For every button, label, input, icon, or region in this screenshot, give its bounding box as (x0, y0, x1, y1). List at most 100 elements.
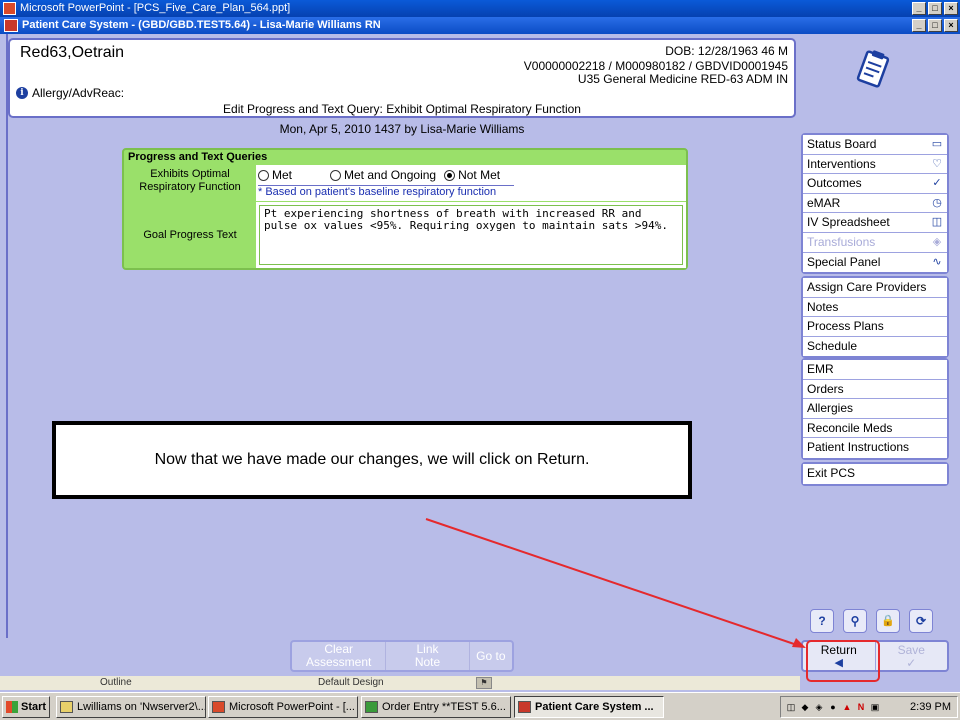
shield-icon[interactable]: ◈ (813, 701, 825, 713)
interventions-icon: ♡ (932, 157, 942, 170)
clock: 2:39 PM (910, 701, 951, 713)
tray-app-icon[interactable]: ● (827, 701, 839, 713)
start-label: Start (21, 701, 47, 713)
powerpoint-icon (3, 2, 16, 15)
radio-not-met[interactable]: Not Met (444, 168, 500, 182)
pcs-minimize-button[interactable]: _ (912, 19, 926, 32)
radio-met-circle[interactable] (258, 169, 269, 181)
radio-met-and-ongoing-label: Met and Ongoing (344, 168, 437, 182)
pcs-maximize-button[interactable]: □ (928, 19, 942, 32)
nav-special-panel-label: Special Panel (807, 254, 881, 269)
task-label: Order Entry **TEST 5.6... (382, 701, 506, 713)
nav-assign-care-providers[interactable]: Assign Care Providers (803, 278, 947, 298)
nav-exit-pcs[interactable]: Exit PCS (803, 464, 947, 484)
nav-group-records: EMR Orders Allergies Reconcile Meds Pati… (801, 358, 949, 460)
radio-not-met-circle[interactable] (444, 169, 456, 181)
start-button[interactable]: Start (2, 696, 50, 718)
link-note-button[interactable]: Link Note (386, 642, 470, 670)
panel-header: Progress and Text Queries (128, 151, 268, 163)
nav-interventions-label: Interventions (807, 156, 876, 171)
waveform-icon: ∿ (932, 255, 942, 268)
nav-process-plans[interactable]: Process Plans (803, 317, 947, 337)
allergy-label: Allergy/AdvReac: (32, 86, 125, 100)
radio-not-met-label: Not Met (458, 168, 501, 182)
nav-reconcile-meds[interactable]: Reconcile Meds (803, 418, 947, 439)
flag-icon: ⚑ (476, 677, 492, 689)
edit-title: Edit Progress and Text Query: Exhibit Op… (223, 102, 581, 116)
go-to-button[interactable]: Go to (470, 642, 512, 670)
nav-iv-spreadsheet-label: IV Spreadsheet (807, 215, 890, 230)
warning-icon[interactable]: ▲ (841, 701, 853, 713)
nav-interventions[interactable]: Interventions ♡ (803, 154, 947, 175)
nav-special-panel[interactable]: Special Panel ∿ (803, 252, 947, 273)
goal-progress-textarea[interactable] (259, 205, 683, 265)
network-icon[interactable]: ◫ (785, 701, 797, 713)
ppt-title-bar[interactable]: Microsoft PowerPoint - [PCS_Five_Care_Pl… (0, 0, 960, 17)
taskbar-item-explorer[interactable]: Lwilliams on 'Nwserver2\... (56, 696, 206, 718)
radio-met-and-ongoing-circle[interactable] (330, 169, 342, 181)
radio-met-label: Met (272, 168, 293, 182)
clipboard-icon (856, 50, 890, 88)
pcs-close-button[interactable]: × (944, 19, 958, 32)
nav-patient-instructions[interactable]: Patient Instructions (803, 438, 947, 458)
powerpoint-icon (212, 701, 225, 713)
radio-group: Met Met and Ongoing Not Met (258, 168, 500, 182)
nav-status-board[interactable]: Status Board ▭ (803, 135, 947, 155)
design-label: Default Design (318, 677, 384, 688)
nav-transfusions-label: Transfusions (807, 234, 876, 249)
nav-allergies[interactable]: Allergies (803, 399, 947, 419)
nav-outcomes[interactable]: Outcomes ✓ (803, 174, 947, 194)
search-icon[interactable]: ⚲ (843, 609, 867, 633)
volume-icon[interactable]: ◆ (799, 701, 811, 713)
nav-emr[interactable]: EMR (803, 360, 947, 380)
ppt-minimize-button[interactable]: _ (912, 2, 926, 15)
task-label: Patient Care System ... (535, 701, 654, 713)
pcs-window-title: Patient Care System - (GBD/GBD.TEST5.64)… (22, 19, 381, 31)
radio-met-and-ongoing[interactable]: Met and Ongoing (330, 168, 436, 182)
ppt-window-title: Microsoft PowerPoint - [PCS_Five_Care_Pl… (20, 2, 291, 14)
task-label: Lwilliams on 'Nwserver2\... (77, 701, 206, 713)
pcs-icon (518, 701, 531, 713)
iv-icon: ◫ (931, 216, 943, 229)
patient-dob: DOB: 12/28/1963 46 M (665, 44, 788, 58)
goal-progress-label: Goal Progress Text (143, 229, 237, 241)
nav-orders[interactable]: Orders (803, 379, 947, 400)
radio-met[interactable]: Met (258, 168, 292, 182)
lock-icon[interactable]: 🔒 (876, 609, 900, 633)
book-icon: ▭ (931, 138, 943, 150)
instruction-callout: Now that we have made our changes, we wi… (52, 421, 692, 499)
nav-transfusions: Transfusions ◈ (803, 232, 947, 253)
taskbar-item-pcs[interactable]: Patient Care System ... (514, 696, 664, 718)
info-icon[interactable]: i (16, 87, 28, 99)
patient-header: Red63,Oetrain i Allergy/AdvReac: DOB: 12… (8, 38, 796, 118)
monitor-icon[interactable]: ▣ (869, 701, 881, 713)
nav-notes[interactable]: Notes (803, 297, 947, 318)
help-icon[interactable]: ? (810, 609, 834, 633)
nav-iv-spreadsheet[interactable]: IV Spreadsheet ◫ (803, 213, 947, 233)
nav-schedule[interactable]: Schedule (803, 336, 947, 357)
taskbar-item-powerpoint[interactable]: Microsoft PowerPoint - [... (208, 696, 358, 718)
query-response: Met Met and Ongoing Not Met * Based on p… (256, 165, 686, 201)
ppt-close-button[interactable]: × (944, 2, 958, 15)
patient-name: Red63,Oetrain (20, 44, 125, 61)
progress-query-panel: Progress and Text Queries Exhibits Optim… (122, 148, 688, 270)
pcs-title-bar[interactable]: Patient Care System - (GBD/GBD.TEST5.64)… (0, 17, 960, 34)
goal-progress-cell (256, 202, 686, 268)
nav-group-clinical: Status Board ▭ Interventions ♡ Outcomes … (801, 133, 949, 275)
order-entry-icon (365, 701, 378, 713)
tray-n-icon[interactable]: N (855, 701, 867, 713)
task-label: Microsoft PowerPoint - [... (229, 701, 355, 713)
nav-emar[interactable]: eMAR ◷ (803, 193, 947, 214)
clear-assessment-button[interactable]: Clear Assessment (292, 642, 387, 670)
allergy-row: i Allergy/AdvReac: (16, 86, 124, 100)
refresh-icon[interactable]: ⟳ (909, 609, 933, 633)
windows-logo-icon (6, 701, 18, 713)
outline-tab[interactable]: Outline (100, 677, 132, 688)
emar-icon: ◷ (932, 196, 942, 209)
nav-group-exit: Exit PCS (801, 462, 949, 486)
save-button[interactable]: Save ✓ (876, 642, 948, 670)
taskbar-item-order-entry[interactable]: Order Entry **TEST 5.6... (361, 696, 511, 718)
baseline-note: * Based on patient's baseline respirator… (258, 185, 515, 198)
ppt-maximize-button[interactable]: □ (928, 2, 942, 15)
outcomes-icon: ✓ (932, 177, 942, 190)
